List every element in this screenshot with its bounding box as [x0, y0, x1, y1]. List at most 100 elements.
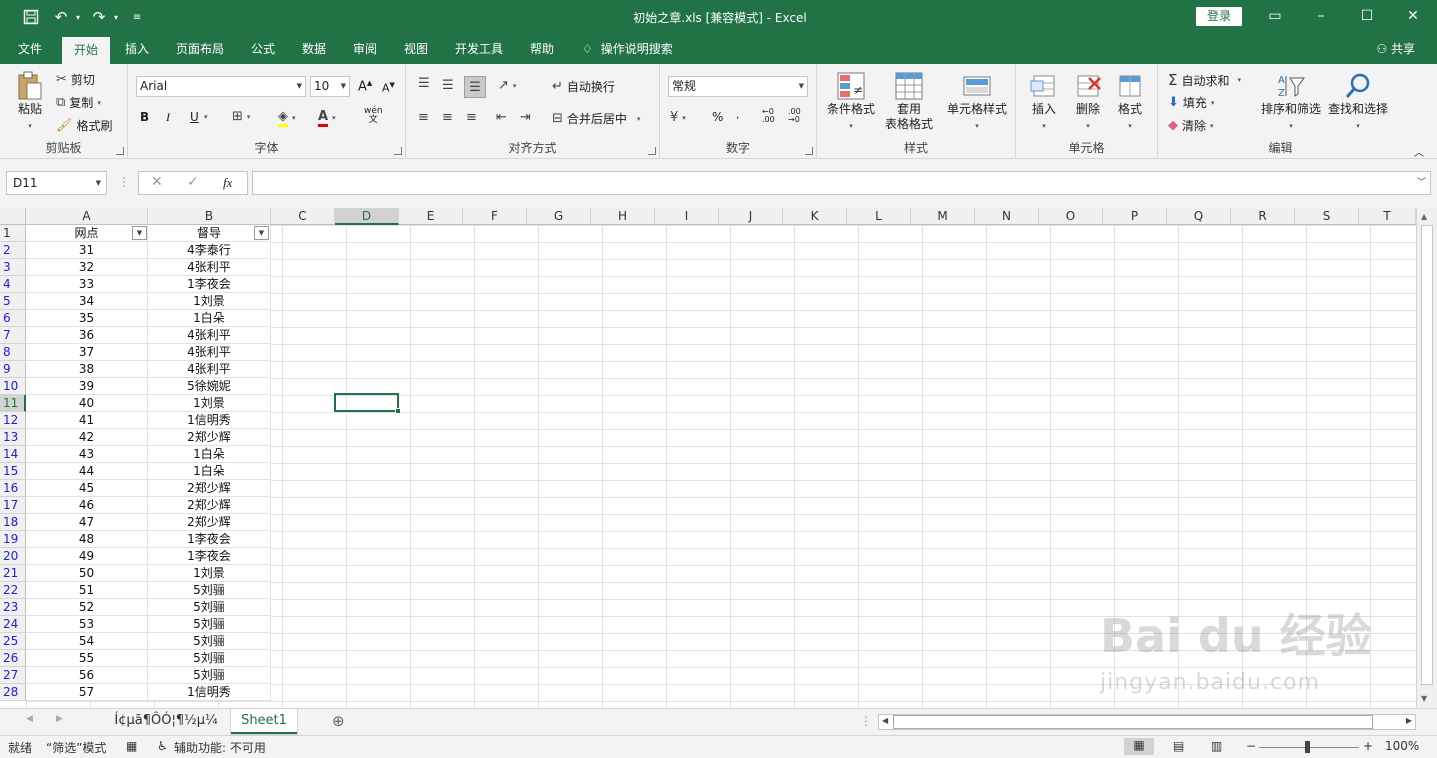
accessibility-icon[interactable]: ♿: [157, 739, 168, 753]
cell-b11[interactable]: 1刘景: [148, 395, 271, 412]
undo-icon[interactable]: ↶: [50, 7, 72, 27]
row-header-28[interactable]: 28: [0, 684, 26, 701]
cell-a16[interactable]: 45: [26, 480, 148, 497]
row-header-18[interactable]: 18: [0, 514, 26, 531]
cut-button[interactable]: ✂ 剪切: [56, 71, 95, 88]
horizontal-scrollbar[interactable]: ◀ ▶: [878, 714, 1416, 730]
row-header-27[interactable]: 27: [0, 667, 26, 684]
save-icon[interactable]: [20, 7, 42, 27]
tab-help[interactable]: 帮助: [521, 34, 563, 64]
cell-b19[interactable]: 1李夜会: [148, 531, 271, 548]
cell-a19[interactable]: 48: [26, 531, 148, 548]
orientation-button[interactable]: ↗ ▾: [498, 78, 516, 93]
align-right-button[interactable]: ≡: [466, 110, 477, 125]
cell-a9[interactable]: 38: [26, 361, 148, 378]
next-sheet-icon[interactable]: ▶: [56, 714, 63, 724]
cell-b20[interactable]: 1李夜会: [148, 548, 271, 565]
scroll-right-icon[interactable]: ▶: [1406, 716, 1412, 725]
row-header-8[interactable]: 8: [0, 344, 26, 361]
tab-insert[interactable]: 插入: [116, 34, 158, 64]
row-header-19[interactable]: 19: [0, 531, 26, 548]
login-button[interactable]: 登录: [1196, 7, 1242, 26]
cell-b9[interactable]: 4张利平: [148, 361, 271, 378]
prev-sheet-icon[interactable]: ◀: [26, 714, 33, 724]
cell-a22[interactable]: 51: [26, 582, 148, 599]
sheet-tab-1[interactable]: Í¢µã¶ÔÓ¦¶½µ¼: [104, 709, 228, 734]
row-header-15[interactable]: 15: [0, 463, 26, 480]
accounting-format-button[interactable]: ¥ ▾: [670, 110, 686, 125]
column-header-e[interactable]: E: [399, 208, 463, 225]
row-header-23[interactable]: 23: [0, 599, 26, 616]
cell-b15[interactable]: 1白朵: [148, 463, 271, 480]
column-header-g[interactable]: G: [527, 208, 591, 225]
column-header-h[interactable]: H: [591, 208, 655, 225]
format-cells-button[interactable]: 格式 ▾: [1110, 70, 1150, 131]
cell-b5[interactable]: 1刘景: [148, 293, 271, 310]
column-header-s[interactable]: S: [1295, 208, 1359, 225]
row-header-10[interactable]: 10: [0, 378, 26, 395]
tab-review[interactable]: 审阅: [344, 34, 386, 64]
column-header-a[interactable]: A: [26, 208, 148, 225]
copy-button[interactable]: ⧉ 复制 ▾: [56, 94, 101, 111]
row-header-25[interactable]: 25: [0, 633, 26, 650]
row-header-5[interactable]: 5: [0, 293, 26, 310]
decrease-font-size-button[interactable]: A▼: [382, 81, 395, 95]
tab-data[interactable]: 数据: [293, 34, 335, 64]
tab-home[interactable]: 开始: [62, 37, 110, 64]
tab-formulas[interactable]: 公式: [242, 34, 284, 64]
zoom-level[interactable]: 100%: [1385, 739, 1419, 753]
normal-view-icon[interactable]: ▦: [1124, 738, 1154, 755]
cell-b27[interactable]: 5刘骊: [148, 667, 271, 684]
minimize-icon[interactable]: –: [1309, 6, 1333, 26]
format-painter-button[interactable]: 🖌 格式刷: [56, 117, 113, 134]
fill-color-button[interactable]: ◈ ▾: [278, 109, 296, 127]
decrease-decimal-button[interactable]: .00 →0: [788, 108, 801, 124]
status-accessibility[interactable]: 辅助功能: 不可用: [174, 739, 266, 756]
cell-a26[interactable]: 55: [26, 650, 148, 667]
redo-dropdown-icon[interactable]: ▾: [114, 13, 118, 22]
enter-check-icon[interactable]: ✓: [187, 174, 199, 190]
scroll-up-icon[interactable]: ▲: [1421, 212, 1427, 221]
format-as-table-button[interactable]: 套用 表格格式: [877, 70, 941, 132]
fill-handle[interactable]: [395, 408, 401, 414]
header-cell-a[interactable]: 网点: [26, 225, 148, 242]
row-header-3[interactable]: 3: [0, 259, 26, 276]
column-header-p[interactable]: P: [1103, 208, 1167, 225]
new-sheet-icon[interactable]: ⊕: [332, 712, 345, 730]
cell-a4[interactable]: 33: [26, 276, 148, 293]
maximize-icon[interactable]: ☐: [1355, 6, 1379, 26]
cell-a23[interactable]: 52: [26, 599, 148, 616]
cell-b6[interactable]: 1白朵: [148, 310, 271, 327]
increase-decimal-button[interactable]: ←0.00: [762, 108, 775, 124]
find-select-button[interactable]: 查找和选择 ▾: [1324, 70, 1392, 131]
tell-me-search[interactable]: ♢ 操作说明搜索: [582, 34, 673, 64]
macro-record-icon[interactable]: ▦: [126, 739, 137, 753]
row-header-16[interactable]: 16: [0, 480, 26, 497]
paste-button[interactable]: 粘贴 ▾: [10, 70, 50, 131]
clipboard-launcher-icon[interactable]: [116, 147, 124, 155]
column-header-d[interactable]: D: [335, 208, 399, 225]
row-header-9[interactable]: 9: [0, 361, 26, 378]
cell-b14[interactable]: 1白朵: [148, 446, 271, 463]
insert-function-button[interactable]: fx: [223, 175, 232, 191]
increase-font-size-button[interactable]: A▲: [358, 79, 372, 94]
page-break-view-icon[interactable]: ▥: [1211, 739, 1222, 753]
row-header-11[interactable]: 11: [0, 395, 26, 412]
cell-a13[interactable]: 42: [26, 429, 148, 446]
share-button[interactable]: ⚇ 共享: [1376, 34, 1415, 64]
cell-a27[interactable]: 56: [26, 667, 148, 684]
cell-a28[interactable]: 57: [26, 684, 148, 701]
cell-b26[interactable]: 5刘骊: [148, 650, 271, 667]
cell-a10[interactable]: 39: [26, 378, 148, 395]
sheet-tab-2[interactable]: Sheet1: [231, 709, 297, 734]
cell-a20[interactable]: 49: [26, 548, 148, 565]
fill-button[interactable]: ⬇ 填充 ▾: [1168, 94, 1214, 111]
row-header-22[interactable]: 22: [0, 582, 26, 599]
vertical-scrollbar[interactable]: ▲ ▼: [1416, 208, 1437, 708]
column-header-b[interactable]: B: [148, 208, 271, 225]
font-color-button[interactable]: A ▾: [318, 109, 336, 127]
alignment-launcher-icon[interactable]: [648, 147, 656, 155]
column-header-k[interactable]: K: [783, 208, 847, 225]
merge-center-button[interactable]: ⊟ 合并后居中 ▾: [552, 110, 640, 127]
column-header-j[interactable]: J: [719, 208, 783, 225]
